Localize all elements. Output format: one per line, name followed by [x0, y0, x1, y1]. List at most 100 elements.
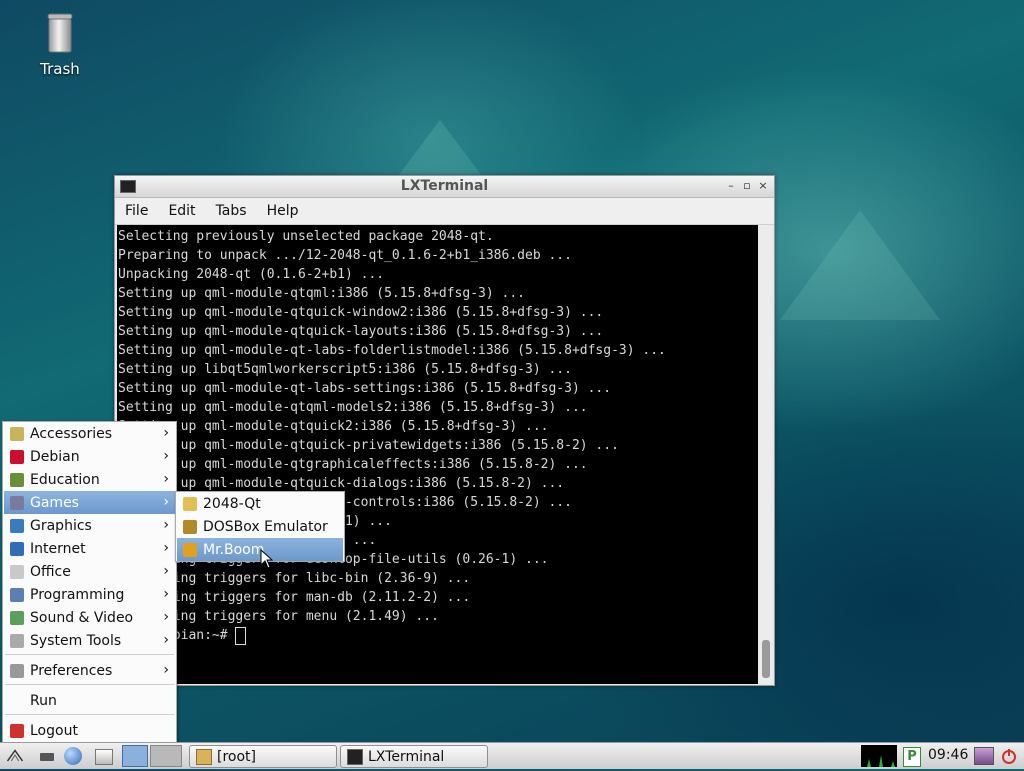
- menu-help[interactable]: Help: [257, 203, 309, 219]
- menu-item-accessories[interactable]: Accessories ›: [4, 422, 175, 445]
- games-icon: [10, 495, 24, 510]
- mr-boom-icon: [183, 542, 197, 557]
- chevron-right-icon: ›: [163, 494, 169, 510]
- chevron-right-icon: ›: [163, 632, 169, 648]
- terminal-line: Setting up qml-module-qtquick-privatewid…: [118, 438, 619, 453]
- dosbox-icon: [183, 519, 197, 534]
- menu-item-label: Preferences: [30, 662, 113, 679]
- chevron-right-icon: ›: [163, 586, 169, 602]
- start-menu: Accessories › Debian › Education › Games › Graph…: [2, 421, 177, 745]
- preferences-icon: [10, 663, 24, 678]
- desktop-switcher-2[interactable]: [150, 745, 182, 767]
- trash-label: Trash: [40, 60, 80, 78]
- terminal-line: Preparing to unpack .../12-2048-qt_0.1.6…: [118, 248, 572, 263]
- terminal-line: Setting up qml-module-qtquick-layouts:i3…: [118, 324, 604, 339]
- terminal-line: Processing triggers for menu (2.1.49) ..…: [118, 609, 439, 624]
- internet-icon: [10, 541, 24, 556]
- clock[interactable]: 09:46: [928, 747, 968, 763]
- terminal-line: Selecting previously unselected package …: [118, 229, 494, 244]
- menu-item-office[interactable]: Office ›: [4, 560, 175, 583]
- lock-screen-icon[interactable]: [974, 747, 994, 765]
- accessories-icon: [10, 426, 24, 441]
- menu-file[interactable]: File: [115, 203, 158, 219]
- menu-item-label: Internet: [30, 540, 86, 557]
- desktop-switcher-1[interactable]: [122, 745, 148, 767]
- terminal-output[interactable]: Selecting previously unselected package …: [117, 225, 758, 684]
- submenu-item-label: 2048-Qt: [203, 495, 261, 512]
- menu-item-run[interactable]: Run: [4, 689, 175, 712]
- submenu-item-2048-qt[interactable]: 2048-Qt: [177, 492, 343, 515]
- trash-desktop-icon[interactable]: Trash: [30, 12, 90, 78]
- menu-item-games[interactable]: Games ›: [4, 491, 175, 514]
- programming-icon: [10, 587, 24, 602]
- menu-item-preferences[interactable]: Preferences ›: [4, 659, 175, 682]
- task-file-manager[interactable]: [root]: [189, 745, 337, 768]
- menu-separator: [5, 714, 174, 715]
- task-label: [root]: [217, 748, 256, 765]
- chevron-right-icon: ›: [163, 471, 169, 487]
- menu-item-label: Education: [30, 471, 100, 488]
- office-icon: [10, 564, 24, 579]
- menu-item-programming[interactable]: Programming ›: [4, 583, 175, 606]
- submenu-item-label: DOSBox Emulator: [203, 518, 328, 535]
- chevron-right-icon: ›: [163, 425, 169, 441]
- graphics-icon: [10, 518, 24, 533]
- terminal-line: Setting up qml-module-qtqml:i386 (5.15.8…: [118, 286, 525, 301]
- menu-item-graphics[interactable]: Graphics ›: [4, 514, 175, 537]
- start-menu-icon[interactable]: [6, 746, 24, 764]
- iconify-windows-icon[interactable]: [95, 749, 113, 765]
- menu-item-label: Sound & Video: [30, 609, 134, 626]
- 2048-qt-icon: [183, 496, 197, 511]
- menu-edit[interactable]: Edit: [158, 203, 205, 219]
- chevron-right-icon: ›: [163, 540, 169, 556]
- wallpaper-facet: [780, 210, 940, 320]
- submenu-item-dosbox-emulator[interactable]: DOSBox Emulator: [177, 515, 343, 538]
- chevron-right-icon: ›: [163, 448, 169, 464]
- file-manager-icon[interactable]: [40, 753, 54, 761]
- maximize-button[interactable]: ▫: [740, 179, 754, 193]
- menu-item-internet[interactable]: Internet ›: [4, 537, 175, 560]
- menu-item-sound-video[interactable]: Sound & Video ›: [4, 606, 175, 629]
- scrollbar-thumb[interactable]: [762, 640, 770, 678]
- menu-item-system-tools[interactable]: System Tools ›: [4, 629, 175, 652]
- menu-tabs[interactable]: Tabs: [206, 203, 257, 219]
- menu-item-debian[interactable]: Debian ›: [4, 445, 175, 468]
- terminal-cursor: [235, 626, 247, 645]
- system-tools-icon: [10, 633, 24, 648]
- menu-item-label: Games: [30, 494, 79, 511]
- browser-icon[interactable]: [64, 747, 82, 765]
- chevron-right-icon: ›: [163, 517, 169, 533]
- menu-item-label: Logout: [30, 722, 78, 739]
- shutdown-icon[interactable]: [1000, 747, 1018, 765]
- menu-item-label: Programming: [30, 586, 125, 603]
- menu-item-label: Graphics: [30, 517, 92, 534]
- logout-icon: [10, 723, 24, 738]
- menu-item-logout[interactable]: Logout: [4, 719, 175, 742]
- window-title: LXTerminal: [400, 178, 489, 194]
- chevron-right-icon: ›: [163, 662, 169, 678]
- window-titlebar[interactable]: LXTerminal – ▫ ×: [115, 176, 774, 198]
- task-lxterminal[interactable]: LXTerminal: [340, 745, 488, 768]
- cpu-monitor[interactable]: [861, 745, 897, 767]
- menu-item-education[interactable]: Education ›: [4, 468, 175, 491]
- terminal-line: Setting up qml-module-qtquick-window2:i3…: [118, 305, 604, 320]
- task-label: LXTerminal: [368, 748, 445, 765]
- minimize-button[interactable]: –: [724, 179, 738, 193]
- close-button[interactable]: ×: [756, 179, 770, 193]
- chevron-right-icon: ›: [163, 609, 169, 625]
- terminal-line: Processing triggers for libc-bin (2.36-9…: [118, 571, 471, 586]
- terminal-prompt-line: root@debian:~#: [117, 626, 758, 645]
- terminal-line: Setting up qml-module-qt-labs-folderlist…: [118, 343, 666, 358]
- package-updates-icon[interactable]: P: [903, 747, 921, 767]
- menu-item-label: Run: [30, 692, 57, 709]
- terminal-line: Setting up qml-module-qtqml-models2:i386…: [118, 400, 588, 415]
- blank-icon: [10, 694, 24, 708]
- scrollbar[interactable]: [759, 225, 772, 684]
- lxterminal-window[interactable]: LXTerminal – ▫ × File Edit Tabs Help Sel…: [114, 175, 775, 686]
- menubar: File Edit Tabs Help: [115, 198, 774, 225]
- menu-item-label: System Tools: [30, 632, 122, 649]
- taskbar: [root] LXTerminal P 09:46: [0, 742, 1024, 769]
- sound-video-icon: [10, 610, 24, 625]
- menu-separator: [5, 654, 174, 655]
- chevron-right-icon: ›: [163, 563, 169, 579]
